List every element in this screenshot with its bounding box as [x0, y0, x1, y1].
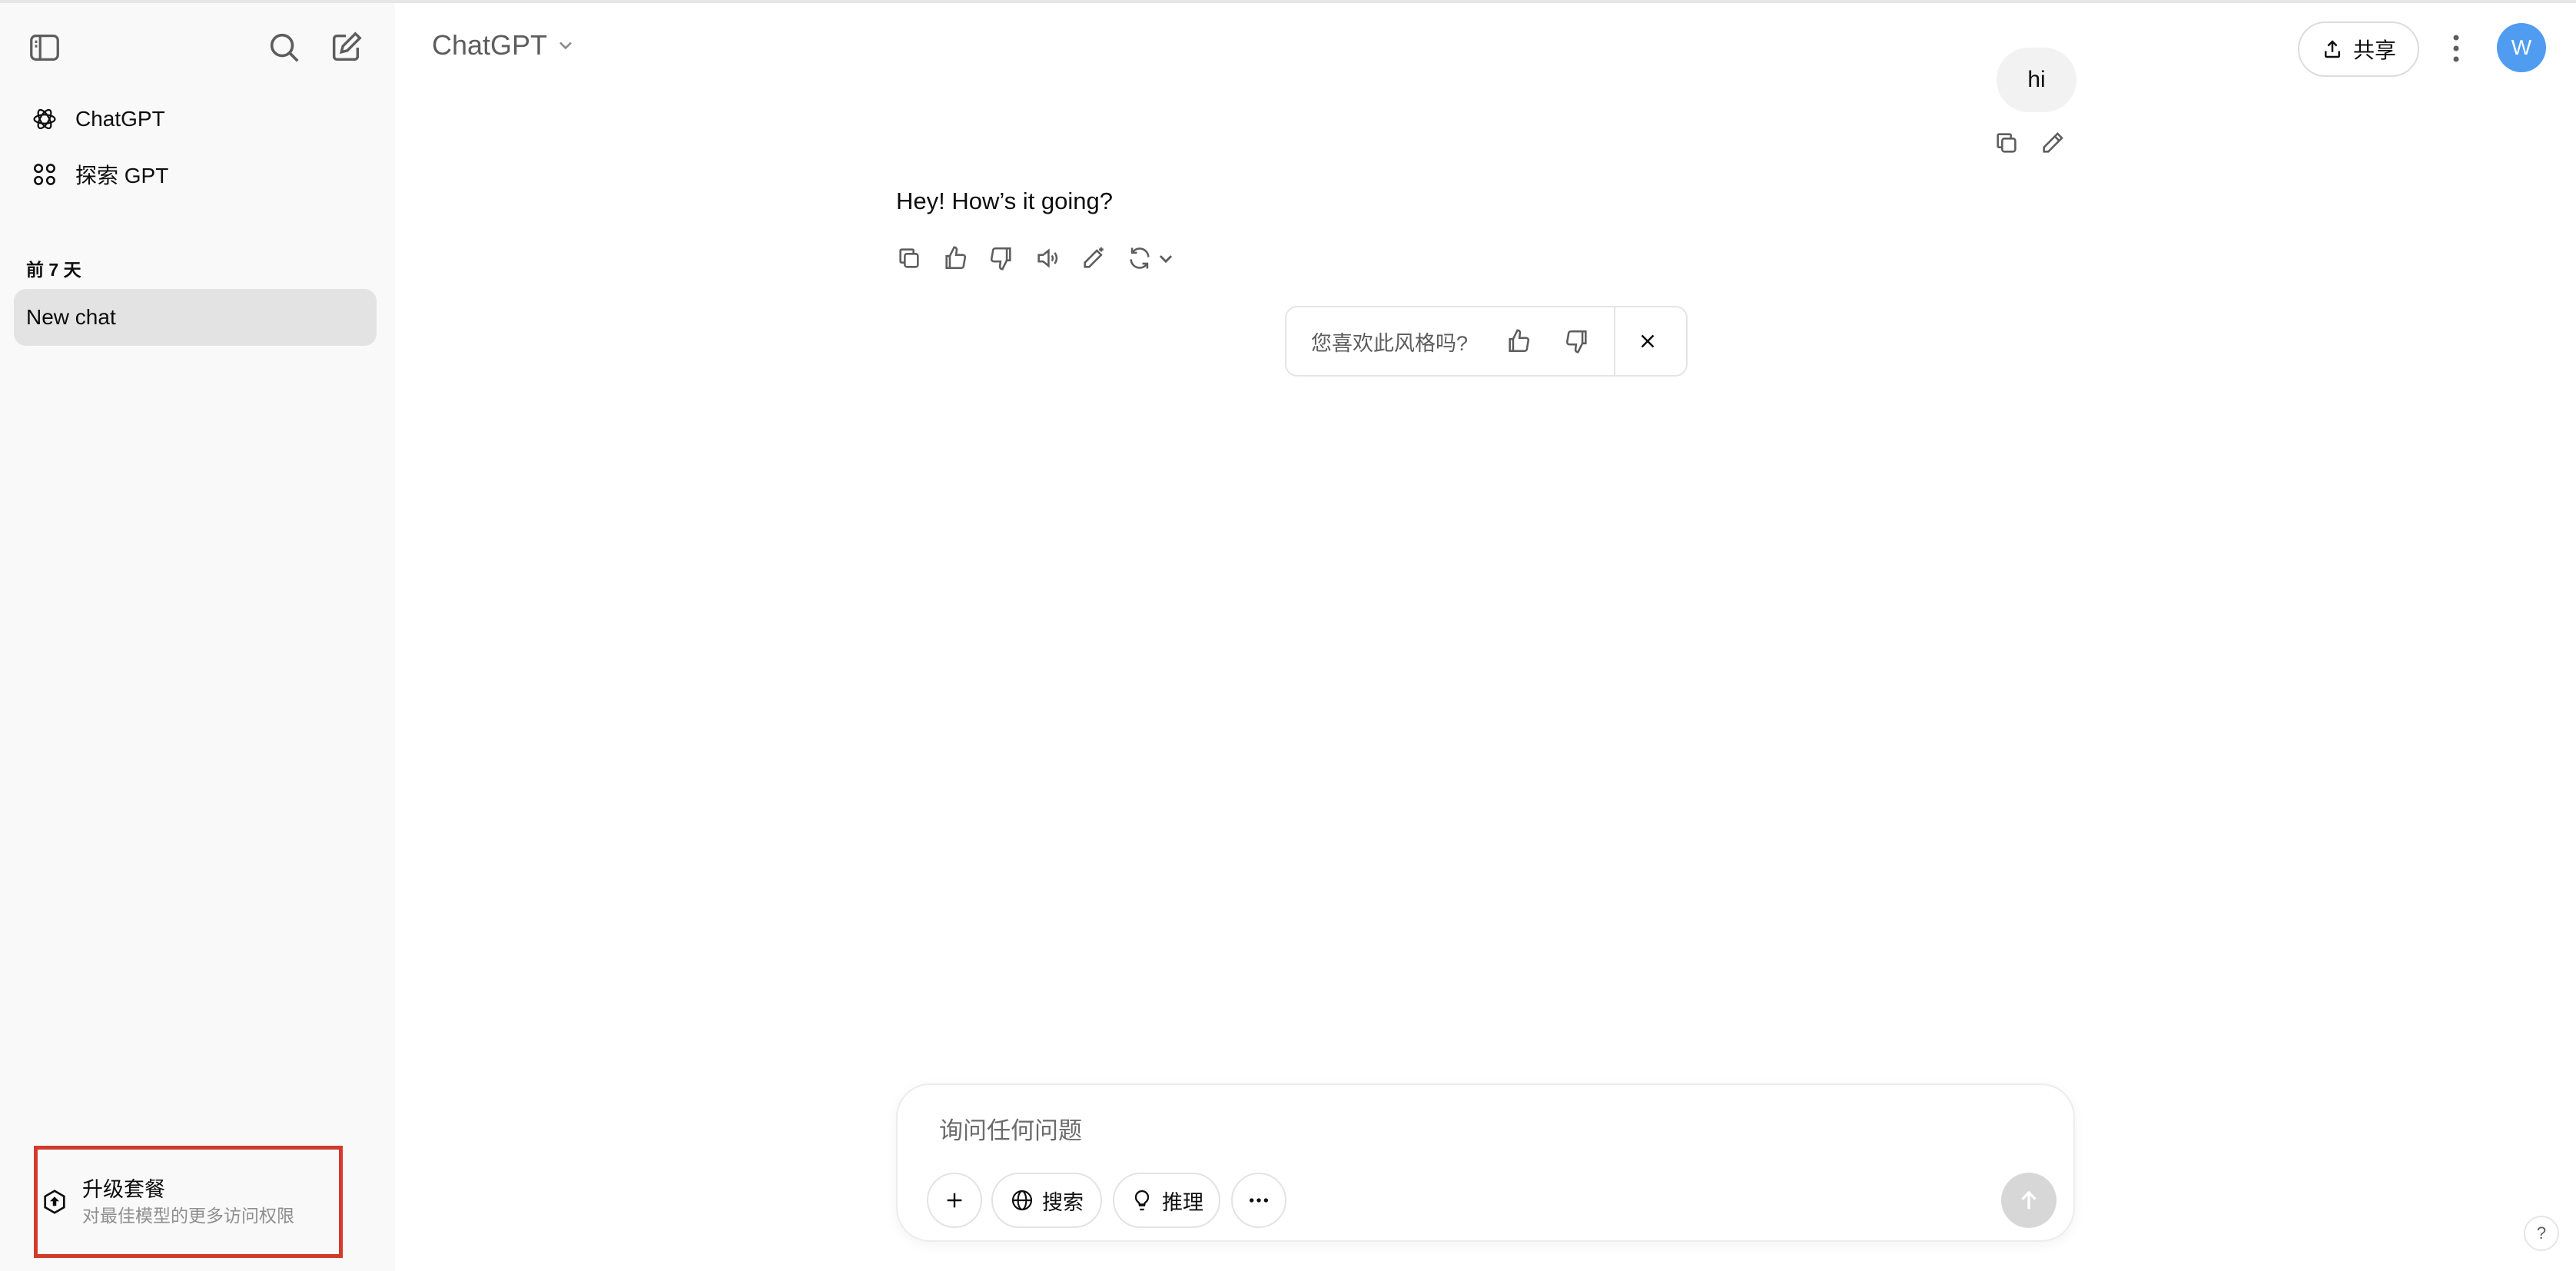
lightbulb-icon [1134, 1190, 1150, 1211]
edit-message-button[interactable] [2037, 128, 2068, 158]
attach-button[interactable] [927, 1173, 982, 1228]
sidebar-item-label: 探索 GPT [75, 164, 169, 187]
avatar[interactable]: W [2497, 23, 2546, 72]
bad-response-button[interactable] [986, 243, 1017, 274]
copy-icon [899, 248, 919, 268]
openai-logo-icon [14, 105, 75, 134]
share-icon [2324, 40, 2340, 58]
search-chats-button[interactable] [260, 23, 309, 72]
edit-in-canvas-button[interactable] [1078, 243, 1109, 274]
close-icon [1641, 334, 1655, 348]
upgrade-icon [39, 1186, 70, 1217]
model-selector[interactable]: ChatGPT [432, 29, 576, 61]
good-response-button[interactable] [940, 243, 971, 274]
thumbs-up-icon [945, 246, 967, 270]
copy-button[interactable] [894, 243, 925, 274]
feedback-like-button[interactable] [1489, 307, 1548, 375]
compose-icon [332, 32, 362, 61]
user-message-bubble: hi [1997, 48, 2076, 112]
upgrade-subtitle: 对最佳模型的更多访问权限 [82, 1206, 294, 1226]
chevron-down-icon [559, 41, 572, 50]
copy-user-message-button[interactable] [1991, 128, 2022, 158]
sidebar-item-chatgpt[interactable]: ChatGPT [14, 94, 377, 144]
share-button[interactable]: 共享 [2298, 22, 2419, 77]
chevron-down-icon [1159, 255, 1173, 264]
refresh-icon [1130, 247, 1150, 269]
sidebar-toggle-button[interactable] [20, 23, 69, 72]
upgrade-plan-button[interactable]: 升级套餐 对最佳模型的更多访问权限 [34, 1146, 343, 1258]
feedback-close-button[interactable] [1615, 307, 1680, 375]
message-composer: 询问任何问题 搜索 推理 [896, 1084, 2075, 1242]
search-icon [270, 33, 299, 62]
feedback-question: 您喜欢此风格吗? [1311, 331, 1469, 355]
model-switch-dropdown[interactable] [1150, 243, 1181, 274]
thumbs-up-icon [1509, 329, 1530, 353]
grid-icon [14, 160, 75, 189]
thumbs-down-icon [990, 247, 1011, 270]
arrow-up-icon [2021, 1190, 2037, 1210]
globe-icon [1011, 1190, 1033, 1211]
speaker-icon [1037, 248, 1058, 268]
sidebar-item-explore-gpts[interactable]: 探索 GPT [14, 149, 377, 200]
copy-icon [1997, 133, 2017, 153]
plus-icon [947, 1193, 962, 1208]
pencil-icon [2043, 132, 2063, 153]
chat-history-item[interactable]: New chat [14, 289, 377, 346]
conversation-options-button[interactable] [2436, 23, 2476, 74]
reason-tool-label: 推理 [1162, 1190, 1203, 1214]
model-name: ChatGPT [432, 29, 548, 61]
search-tool-button[interactable]: 搜索 [991, 1173, 1102, 1228]
history-section-label: 前 7 天 [26, 260, 81, 280]
style-feedback-card: 您喜欢此风格吗? [1285, 306, 1688, 377]
feedback-dislike-button[interactable] [1548, 307, 1606, 375]
new-chat-button[interactable] [321, 23, 370, 72]
send-button[interactable] [2001, 1173, 2056, 1228]
sidebar: ChatGPT 探索 GPT 前 7 天 New chat 升级套餐 对最佳模型… [0, 3, 395, 1271]
search-tool-label: 搜索 [1042, 1190, 1084, 1214]
help-button[interactable]: ? [2524, 1216, 2559, 1251]
sidebar-toggle-icon [30, 35, 59, 61]
pen-sparkle-icon [1084, 247, 1104, 268]
sidebar-item-label: ChatGPT [75, 107, 165, 131]
more-vertical-icon [2453, 35, 2459, 62]
share-label: 共享 [2352, 38, 2396, 62]
more-horizontal-icon [1250, 1198, 1268, 1203]
thumbs-down-icon [1565, 330, 1587, 353]
more-tools-button[interactable] [1231, 1173, 1286, 1228]
prompt-input[interactable]: 询问任何问题 [939, 1111, 1082, 1146]
assistant-message: Hey! How’s it going? [896, 187, 1114, 214]
reason-tool-button[interactable]: 推理 [1113, 1173, 1220, 1228]
read-aloud-button[interactable] [1032, 243, 1063, 274]
upgrade-title: 升级套餐 [82, 1178, 165, 1201]
